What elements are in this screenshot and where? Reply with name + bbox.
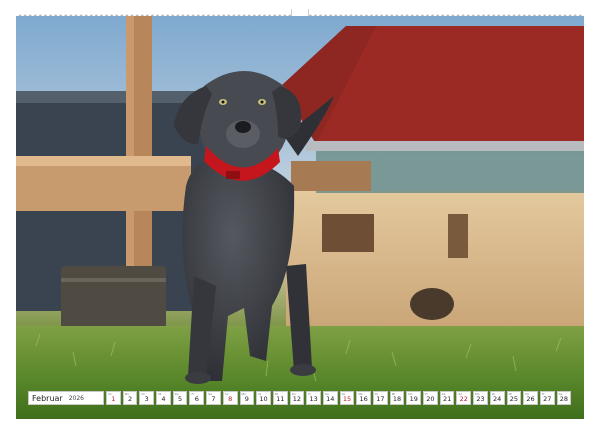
day-cell: Fr 20 [423,391,438,405]
photo-puppy [16,16,584,419]
day-number: 15 [342,395,352,403]
day-number: 26 [526,395,535,403]
weekday-label: Mo [358,392,363,396]
calendar-page: Februar 2026 So 1 Mo 2 Di 3 Mi 4 Do 5 Fr 6 Sa 7 So 8 Mo 9… [0,0,600,432]
day-cell: Fr 6 [189,391,205,405]
weekday-label: Do [525,392,530,396]
weekday-label: Do [174,392,179,396]
window-2 [448,214,468,258]
weekday-label: Do [291,392,296,396]
day-cell: Sa 28 [556,391,572,405]
month-label-box: Februar 2026 [28,391,104,405]
day-cell: Mo 16 [356,391,371,405]
day-cell: Mo 9 [239,391,255,405]
day-cell: Do 12 [289,391,305,405]
day-number: 12 [292,395,302,403]
day-number: 10 [259,395,268,403]
weekday-label: Di [258,392,262,396]
day-number: 9 [244,395,249,403]
day-number: 8 [228,395,233,403]
day-number: 14 [326,395,335,403]
weekday-label: Sa [208,392,212,396]
weekday-label: So [458,392,463,396]
weekday-label: Sa [324,392,329,396]
weekday-label: So [341,392,346,396]
day-number: 24 [493,395,502,403]
day-cell: Mo 2 [122,391,138,405]
year-label: 2026 [68,394,84,402]
day-number: 2 [127,395,133,403]
day-cell: So 1 [106,391,121,405]
day-number: 20 [426,395,435,403]
weekday-label: Mi [158,392,162,396]
weekday-label: Sa [441,392,446,396]
day-cell: Di 3 [139,391,155,405]
day-cell: Di 17 [373,391,388,405]
day-cell: Sa 14 [322,391,338,405]
day-number: 25 [509,395,518,403]
weekday-label: Fr [191,392,195,396]
day-number: 4 [161,395,166,403]
window-1 [322,214,374,252]
day-cell: Do 5 [172,391,188,405]
weekday-label: Di [375,392,379,396]
calendar-strip: Februar 2026 So 1 Mo 2 Di 3 Mi 4 Do 5 Fr 6 Sa 7 So 8 Mo 9… [28,391,572,405]
day-cell: Di 10 [256,391,271,405]
weekday-label: Di [491,392,495,396]
day-cell: Mi 25 [506,391,522,405]
day-number: 17 [376,395,385,403]
weekday-label: Di [141,392,145,396]
day-cell: Sa 21 [439,391,455,405]
day-number: 3 [144,395,149,403]
weekday-label: Mi [391,392,396,396]
day-cell: So 8 [222,391,238,405]
day-number: 6 [194,395,199,403]
day-cell: Mi 11 [272,391,288,405]
weekday-label: Mo [124,392,130,396]
day-number: 22 [459,395,468,403]
day-number: 7 [211,395,216,403]
weekday-label: Mo [241,392,246,396]
day-number: 28 [559,395,569,403]
weekday-label: Fr [541,392,545,396]
day-cell: So 15 [339,391,355,405]
day-cell: So 22 [456,391,472,405]
weekday-label: Sa [558,392,563,396]
day-number: 16 [359,395,368,403]
day-number: 21 [442,395,452,403]
day-cell: Fr 27 [539,391,555,405]
weekday-label: So [224,392,229,396]
day-number: 18 [392,395,402,403]
day-cell: Mi 4 [156,391,171,405]
day-number: 23 [476,395,485,403]
day-number: 11 [276,395,285,403]
day-number: 19 [409,395,418,403]
day-cell: Sa 7 [206,391,221,405]
day-cell: Fr 13 [306,391,321,405]
weekday-label: Mi [508,392,512,396]
weekday-label: Fr [425,392,428,396]
weekday-label: Mo [475,392,480,396]
day-number: 13 [309,395,318,403]
day-cell: Mo 23 [473,391,488,405]
weekday-label: Fr [308,392,311,396]
weekday-label: Mi [274,392,279,396]
day-number: 5 [178,395,183,403]
day-cell: Mi 18 [389,391,405,405]
day-cell: Di 24 [489,391,505,405]
cable-spool [410,288,454,320]
weekday-label: So [108,392,112,396]
weekday-label: Do [408,392,413,396]
photo-illustration [16,16,584,419]
day-cell: Do 26 [523,391,538,405]
day-number: 27 [543,395,552,403]
day-number: 1 [111,395,116,403]
day-cell: Do 19 [406,391,422,405]
month-name: Februar [32,393,63,403]
